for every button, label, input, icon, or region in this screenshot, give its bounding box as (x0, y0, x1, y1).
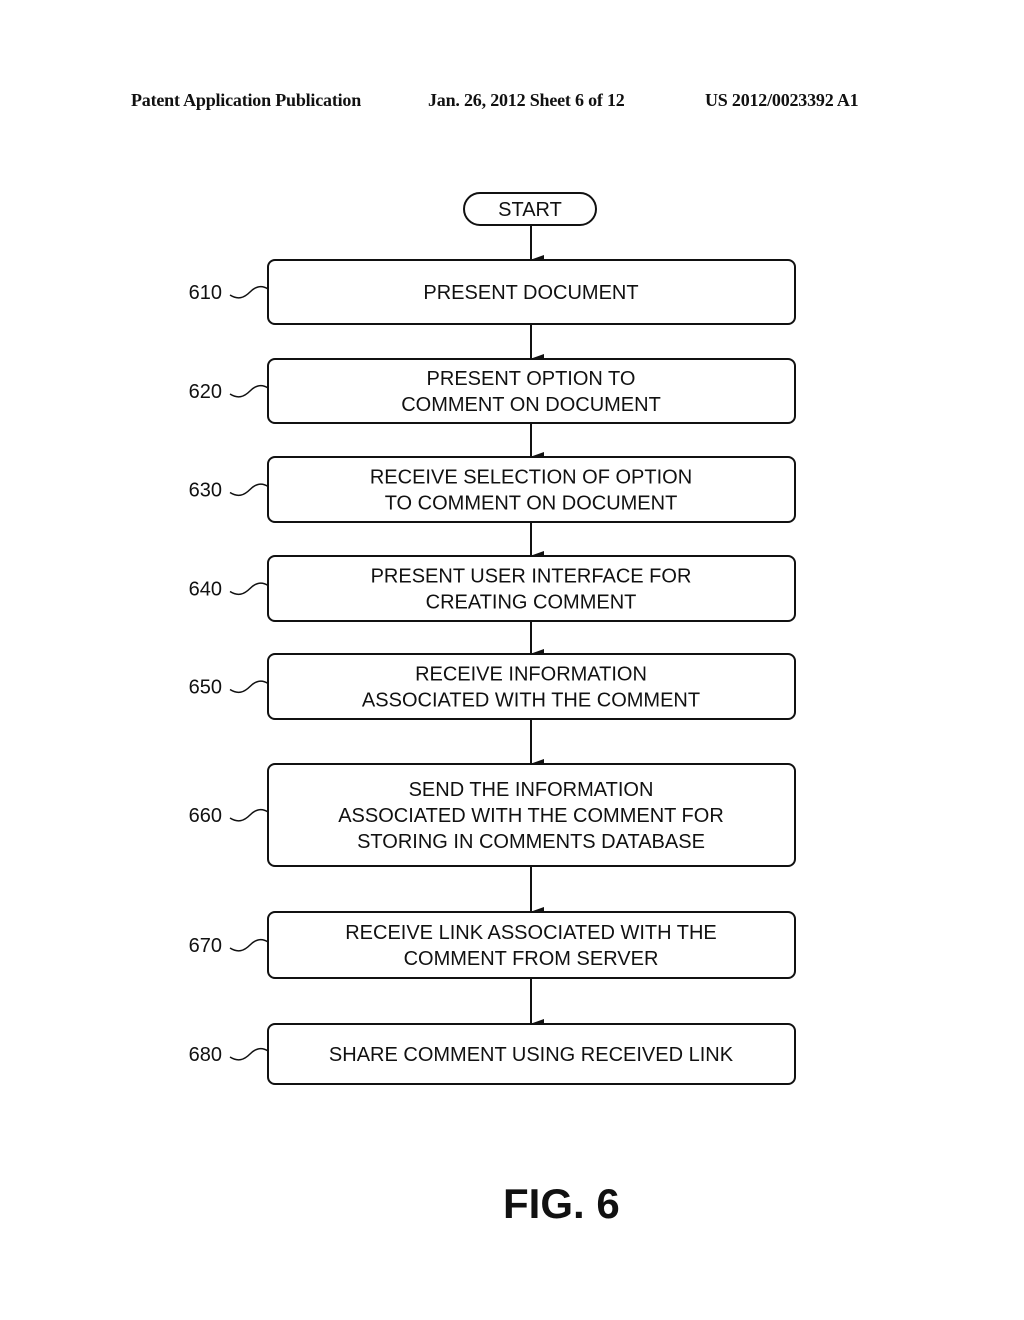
process-step-text: COMMENT ON DOCUMENT (401, 394, 661, 416)
leader-line (229, 938, 269, 952)
process-step: RECEIVE SELECTION OF OPTION TO COMMENT ON… (189, 456, 796, 523)
process-step-text: RECEIVE SELECTION OF OPTION (370, 467, 692, 489)
process-step: SHARE COMMENT USING RECEIVED LINK 680 (189, 1023, 796, 1085)
process-step-text: STORING IN COMMENTS DATABASE (357, 831, 705, 853)
reference-numeral: 620 (189, 381, 222, 403)
process-step-text: ASSOCIATED WITH THE COMMENT (362, 690, 700, 712)
reference-numeral: 650 (189, 677, 222, 699)
process-step-text: RECEIVE LINK ASSOCIATED WITH THE (345, 922, 717, 944)
leader-line (229, 384, 269, 398)
process-step-text: TO COMMENT ON DOCUMENT (385, 493, 678, 515)
leader-line (229, 483, 269, 497)
start-label: START (498, 199, 562, 221)
process-step-text: CREATING COMMENT (426, 592, 637, 614)
leader-line (229, 808, 269, 822)
process-step-text: PRESENT DOCUMENT (423, 282, 638, 304)
reference-numeral: 630 (189, 480, 222, 502)
figure-label: FIG. 6 (503, 1180, 620, 1227)
reference-numeral: 640 (189, 579, 222, 601)
process-step-text: SHARE COMMENT USING RECEIVED LINK (329, 1044, 734, 1066)
process-step: PRESENT OPTION TO COMMENT ON DOCUMENT 620 (189, 358, 796, 424)
leader-line (229, 1047, 269, 1061)
process-step: PRESENT DOCUMENT 610 (189, 259, 796, 325)
process-step-text: COMMENT FROM SERVER (404, 948, 659, 970)
process-step-text: PRESENT OPTION TO (427, 368, 636, 390)
leader-line (229, 285, 269, 299)
process-step-text: RECEIVE INFORMATION (415, 664, 647, 686)
process-step: RECEIVE LINK ASSOCIATED WITH THE COMMENT … (189, 911, 796, 979)
process-step: RECEIVE INFORMATION ASSOCIATED WITH THE C… (189, 653, 796, 720)
start-terminal: START (463, 192, 597, 226)
reference-numeral: 670 (189, 935, 222, 957)
leader-line (229, 680, 269, 694)
reference-numeral: 680 (189, 1044, 222, 1066)
process-step-text: ASSOCIATED WITH THE COMMENT FOR (338, 805, 724, 827)
process-step: SEND THE INFORMATION ASSOCIATED WITH THE … (189, 763, 796, 867)
reference-numeral: 660 (189, 805, 222, 827)
flowchart: START PRESENT DOCUMENT 610 PRESENT OPTION … (189, 192, 796, 1085)
process-step-text: PRESENT USER INTERFACE FOR (371, 566, 692, 588)
process-step-text: SEND THE INFORMATION (409, 779, 654, 801)
process-step: PRESENT USER INTERFACE FOR CREATING COMME… (189, 555, 796, 622)
reference-numeral: 610 (189, 282, 222, 304)
leader-line (229, 582, 269, 596)
